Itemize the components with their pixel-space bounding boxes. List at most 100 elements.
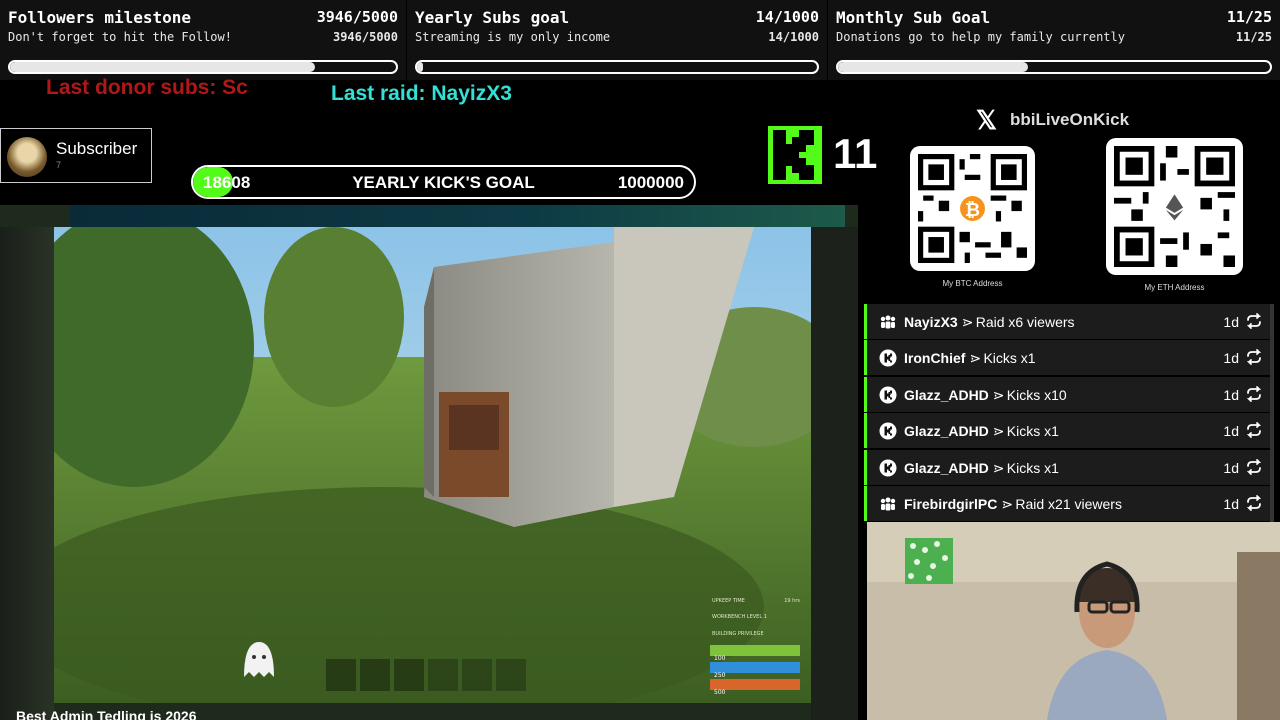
kick-icon	[879, 459, 897, 477]
kick-icon	[879, 422, 897, 440]
food-bar: 500	[710, 679, 800, 696]
activity-feed: FirebirdgirlPC ⋗ Raid x21 viewers 1d Glazz_A…	[864, 304, 1274, 522]
replay-icon[interactable]	[1245, 421, 1263, 439]
health-bar: 100	[710, 645, 800, 662]
replay-icon[interactable]	[1245, 312, 1263, 330]
webcam-feed	[867, 522, 1280, 720]
handle-text: bbiLiveOnKick	[1010, 110, 1130, 129]
feed-item: Glazz_ADHD ⋗ Kicks x1 1d	[864, 449, 1273, 485]
capture-frame-right	[811, 227, 858, 720]
subscriber-count: 7	[56, 160, 62, 170]
bottom-ticker-mask: Best Admin Tedling is 2026	[16, 708, 236, 720]
webcam-scene	[867, 522, 1280, 720]
qr-pattern	[1114, 146, 1235, 267]
eth-qr-code	[1106, 138, 1243, 275]
goal-progress-fill	[838, 62, 1029, 72]
feed-action: Kicks x1	[983, 350, 1036, 367]
kick-counter: 11	[833, 130, 878, 177]
goal-progress-bar	[836, 60, 1272, 74]
workbench-label: WORKBENCH LEVEL 1	[712, 614, 767, 620]
feed-username: NayizX3	[904, 314, 958, 330]
goal-subtitle: Donations go to help my family currently	[836, 30, 1125, 44]
avatar	[7, 137, 47, 177]
game-capture: UPKEEP TIME 19 hrs WORKBENCH LEVEL 1 BUI…	[0, 205, 858, 720]
water-bar: 250	[710, 662, 800, 679]
raid-icon	[879, 313, 897, 331]
feed-time: 1d	[1223, 386, 1239, 403]
goal-title: Monthly Sub Goal	[836, 8, 991, 27]
replay-icon[interactable]	[1245, 348, 1263, 366]
goal-count: 14/1000	[755, 8, 819, 26]
upkeep-value: 19 hrs	[784, 598, 800, 604]
bottom-ticker: Best Admin Tedling is 2026	[16, 708, 197, 720]
goal-subtitle: Streaming is my only income	[415, 30, 611, 44]
btc-qr-code: ₿	[910, 146, 1035, 271]
capture-top-strip	[70, 205, 845, 227]
feed-time: 1d	[1223, 314, 1239, 330]
goal-count-repeat: 3946/5000	[332, 30, 398, 44]
game-scene	[54, 227, 811, 703]
latest-subscriber-widget: Subscriber 7	[0, 128, 152, 183]
game-status-panel: UPKEEP TIME 19 hrs WORKBENCH LEVEL 1 BUI…	[700, 595, 802, 696]
capture-frame-left	[0, 227, 54, 720]
feed-scrollbar[interactable]	[1270, 304, 1274, 522]
kick-logo-icon	[768, 126, 822, 184]
goal-title: Followers milestone	[8, 8, 192, 27]
yearly-subs-goal-panel: Yearly Subs goal 14/1000 Streaming is my…	[407, 0, 827, 80]
feed-separator-icon: ⋗	[992, 459, 1005, 476]
feed-time: 1d	[1223, 459, 1239, 476]
feed-username: Glazz_ADHD	[904, 423, 989, 440]
kick-icon	[879, 349, 897, 367]
goal-progress-bar	[8, 60, 398, 74]
x-logo-icon: 𝕏	[976, 105, 997, 135]
monthly-sub-goal-panel: Monthly Sub Goal 11/25 Donations go to h…	[828, 0, 1280, 80]
feed-item: NayizX3 ⋗ Raid x6 viewers 1d	[864, 304, 1273, 339]
raid-icon	[879, 495, 897, 513]
feed-username: IronChief	[904, 350, 966, 367]
yearly-kick-goal-bar: 18608 YEARLY KICK'S GOAL 1000000	[191, 165, 696, 199]
feed-action: Kicks x1	[1006, 423, 1059, 440]
goal-progress-fill	[10, 62, 315, 72]
feed-separator-icon: ⋗	[992, 386, 1005, 403]
feed-action: Raid x21 viewers	[1015, 496, 1122, 512]
upkeep-label: UPKEEP TIME	[712, 598, 745, 604]
btc-qr-label: My BTC Address	[942, 279, 1003, 288]
feed-username: Glazz_ADHD	[904, 386, 989, 403]
feed-item: IronChief ⋗ Kicks x1 1d	[864, 340, 1273, 376]
kick-goal-target: 1000000	[617, 173, 684, 192]
last-raid-ticker: Last raid: NayizX3	[331, 82, 512, 105]
svg-text:₿: ₿	[965, 200, 980, 221]
feed-separator-icon: ⋗	[992, 423, 1005, 440]
feed-time: 1d	[1223, 423, 1239, 440]
goal-progress-bar	[415, 60, 819, 74]
subscriber-label: Subscriber	[56, 139, 138, 158]
feed-action: Kicks x10	[1006, 386, 1067, 403]
goal-count-repeat: 14/1000	[768, 30, 819, 44]
health-value: 100	[714, 655, 726, 662]
feed-action: Raid x6 viewers	[975, 314, 1075, 330]
kick-icon	[879, 386, 897, 404]
goal-subtitle: Don't forget to hit the Follow!	[8, 30, 232, 44]
feed-username: Glazz_ADHD	[904, 459, 989, 476]
replay-icon[interactable]	[1245, 385, 1263, 403]
goal-title: Yearly Subs goal	[415, 8, 570, 27]
feed-time: 1d	[1223, 496, 1239, 512]
food-value: 500	[714, 689, 726, 696]
replay-icon[interactable]	[1245, 458, 1263, 476]
goal-count-repeat: 11/25	[1235, 30, 1272, 44]
replay-icon[interactable]	[1245, 494, 1263, 512]
social-handle: 𝕏 bbiLiveOnKick	[976, 106, 1166, 134]
feed-time: 1d	[1223, 350, 1239, 367]
feed-item: FirebirdgirlPC ⋗ Raid x21 viewers 1d	[864, 486, 1273, 521]
privilege-label: BUILDING PRIVILEGE	[712, 631, 764, 637]
water-value: 250	[714, 672, 726, 679]
feed-action: Kicks x1	[1006, 459, 1059, 476]
goal-count: 11/25	[1226, 8, 1272, 26]
last-donor-ticker-mask: Last donor subs: Sc	[46, 76, 278, 104]
feed-separator-icon: ⋗	[1001, 496, 1014, 512]
last-donor-ticker: Last donor subs: Sc	[46, 76, 248, 99]
followers-goal-panel: Followers milestone 3946/5000 Don't forg…	[0, 0, 406, 80]
goal-progress-fill	[417, 62, 423, 72]
qr-pattern: ₿	[918, 154, 1027, 263]
feed-separator-icon: ⋗	[961, 314, 974, 330]
